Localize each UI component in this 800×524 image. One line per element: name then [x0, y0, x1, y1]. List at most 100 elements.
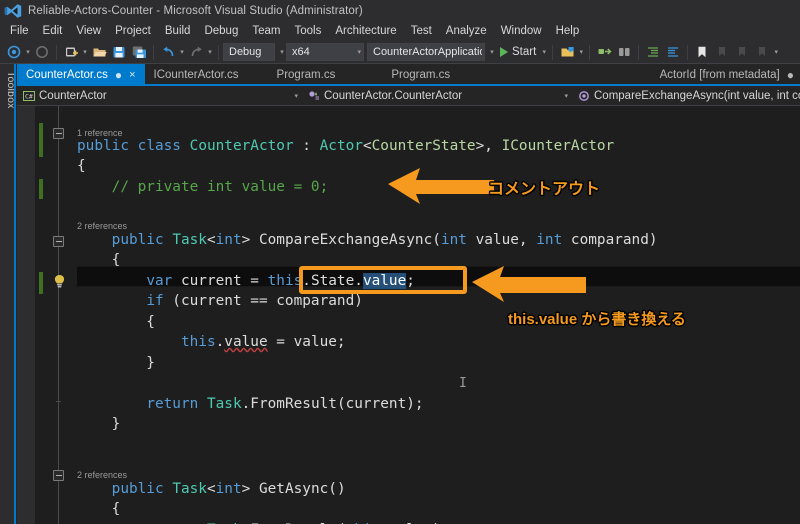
- platform-combo[interactable]: x64 ▾: [286, 43, 364, 61]
- code-line-6: {: [77, 252, 121, 268]
- outdent-icon[interactable]: [663, 43, 683, 62]
- code-editor-surface[interactable]: 1 reference public class CounterActor : …: [17, 106, 800, 524]
- code-line-19: return Task.FromResult(this.value);: [77, 520, 449, 524]
- close-icon[interactable]: ×: [129, 69, 135, 81]
- save-icon[interactable]: [109, 43, 129, 62]
- tab-label: ActorId [from metadata]: [659, 69, 780, 81]
- menu-file[interactable]: File: [3, 24, 36, 39]
- tab-label: CounterActor.cs: [26, 69, 108, 81]
- title-bar: Reliable-Actors-Counter - Microsoft Visu…: [0, 0, 800, 22]
- step-into-icon[interactable]: [594, 43, 614, 62]
- standard-toolbar: ▾ ▾ ▾ ▾ Debug ▾ x64 ▾ CounterActorApplic…: [0, 41, 800, 64]
- class-members-icon: [308, 90, 320, 102]
- configuration-value: Debug: [229, 46, 262, 58]
- navigate-back-icon[interactable]: [4, 43, 24, 62]
- navbar-class-dropdown[interactable]: CounterActor.CounterActor ▾: [302, 86, 572, 105]
- attach-to-process-icon[interactable]: [557, 43, 577, 62]
- redo-icon[interactable]: [186, 43, 206, 62]
- indent-icon[interactable]: [643, 43, 663, 62]
- visual-studio-window: Reliable-Actors-Counter - Microsoft Visu…: [0, 0, 800, 524]
- configuration-dropdown-arrow[interactable]: ▾: [278, 43, 286, 62]
- tab-program-cs-2[interactable]: Program.cs: [382, 64, 459, 86]
- redo-dropdown[interactable]: ▾: [206, 43, 214, 62]
- code-line-13: return Task.FromResult(current);: [146, 396, 424, 412]
- toolbar-separator: [218, 44, 219, 60]
- code-line-1: public class CounterActor : Actor<Counte…: [77, 138, 615, 154]
- menu-analyze[interactable]: Analyze: [439, 24, 494, 39]
- tab-label: ICounterActor.cs: [153, 69, 239, 81]
- menu-build[interactable]: Build: [158, 24, 198, 39]
- code-text-layer[interactable]: 1 reference public class CounterActor : …: [17, 106, 800, 524]
- chevron-down-icon: ▾: [294, 92, 298, 100]
- tab-counteractor-cs[interactable]: CounterActor.cs ● ×: [17, 64, 145, 86]
- visual-studio-logo-icon: [4, 3, 22, 19]
- start-play-icon: [500, 47, 508, 57]
- bookmark-icon[interactable]: [692, 43, 712, 62]
- dock-accent-bar: [14, 64, 16, 524]
- menu-test[interactable]: Test: [404, 24, 439, 39]
- editor-column: CounterActor.cs ● × ICounterActor.cs Pro…: [17, 64, 800, 524]
- platform-value: x64: [292, 46, 310, 58]
- navigate-back-dropdown[interactable]: ▾: [24, 43, 32, 62]
- menu-architecture[interactable]: Architecture: [328, 24, 403, 39]
- menu-debug[interactable]: Debug: [197, 24, 245, 39]
- tab-icounteractor-cs[interactable]: ICounterActor.cs: [145, 64, 248, 86]
- menu-view[interactable]: View: [69, 24, 108, 39]
- menu-tools[interactable]: Tools: [287, 24, 328, 39]
- chevron-down-icon: ▾: [357, 49, 361, 56]
- toolbar-separator: [153, 44, 154, 60]
- tab-dirty-indicator: ●: [114, 68, 123, 82]
- toolbar-separator: [687, 44, 689, 60]
- tab-actorid-metadata[interactable]: ActorId [from metadata] ●: [651, 64, 800, 86]
- attach-dropdown-arrow[interactable]: ▾: [577, 43, 585, 62]
- code-line-17: public Task<int> GetAsync(): [111, 481, 346, 497]
- new-project-icon[interactable]: [61, 43, 81, 62]
- start-debug-button[interactable]: Start: [496, 43, 540, 62]
- code-line-10: this.value = value;: [180, 334, 346, 350]
- toolbar-separator: [552, 44, 554, 60]
- bookmark-next-icon[interactable]: [732, 43, 752, 62]
- code-navigation-bar: C# CounterActor ▾ CounterActor.CounterAc…: [17, 86, 800, 106]
- toolbar-separator: [56, 44, 57, 60]
- method-icon: [578, 90, 590, 102]
- code-line-18: {: [77, 501, 121, 517]
- tab-strip-underline: [17, 84, 800, 86]
- code-line-11: }: [77, 355, 155, 371]
- code-line-5: public Task<int> CompareExchangeAsync(in…: [111, 232, 658, 248]
- step-over-icon[interactable]: [614, 43, 634, 62]
- new-project-dropdown[interactable]: ▾: [81, 43, 89, 62]
- menu-help[interactable]: Help: [549, 24, 587, 39]
- menu-team[interactable]: Team: [245, 24, 287, 39]
- startup-project-value: CounterActorApplicatio: [373, 46, 482, 58]
- code-line-3: // private int value = 0;: [77, 179, 329, 195]
- navbar-project-dropdown[interactable]: C# CounterActor ▾: [17, 86, 302, 105]
- tab-program-cs-1[interactable]: Program.cs: [268, 64, 345, 86]
- open-file-icon[interactable]: [89, 43, 109, 62]
- code-line-7: var current = this.State.value;: [146, 273, 415, 289]
- bookmark-clear-icon[interactable]: [752, 43, 772, 62]
- toolbar-separator: [638, 44, 640, 60]
- navbar-project-label: CounterActor: [39, 89, 107, 102]
- menu-window[interactable]: Window: [494, 24, 549, 39]
- menu-edit[interactable]: Edit: [36, 24, 70, 39]
- code-line-14: }: [77, 416, 121, 432]
- undo-icon[interactable]: [158, 43, 178, 62]
- undo-dropdown[interactable]: ▾: [178, 43, 186, 62]
- start-label: Start: [512, 46, 537, 58]
- startup-project-dropdown-arrow[interactable]: ▾: [488, 43, 496, 62]
- menu-project[interactable]: Project: [108, 24, 158, 39]
- navigate-forward-icon[interactable]: [32, 43, 52, 62]
- mouse-text-cursor: I: [459, 376, 467, 391]
- start-dropdown-arrow[interactable]: ▾: [540, 43, 548, 62]
- configuration-combo[interactable]: Debug: [223, 43, 275, 61]
- chevron-down-icon: ▾: [564, 92, 568, 100]
- window-title: Reliable-Actors-Counter - Microsoft Visu…: [28, 5, 363, 17]
- navbar-member-dropdown[interactable]: CompareExchangeAsync(int value, int comp…: [572, 86, 800, 105]
- toolbar-overflow-icon[interactable]: ▾: [772, 43, 780, 62]
- navbar-class-label: CounterActor.CounterActor: [324, 89, 463, 102]
- tab-label: Program.cs: [276, 69, 336, 81]
- code-line-8: if (current == comparand): [146, 293, 363, 309]
- bookmark-previous-icon[interactable]: [712, 43, 732, 62]
- save-all-icon[interactable]: [129, 43, 149, 62]
- startup-project-combo[interactable]: CounterActorApplicatio: [367, 43, 485, 61]
